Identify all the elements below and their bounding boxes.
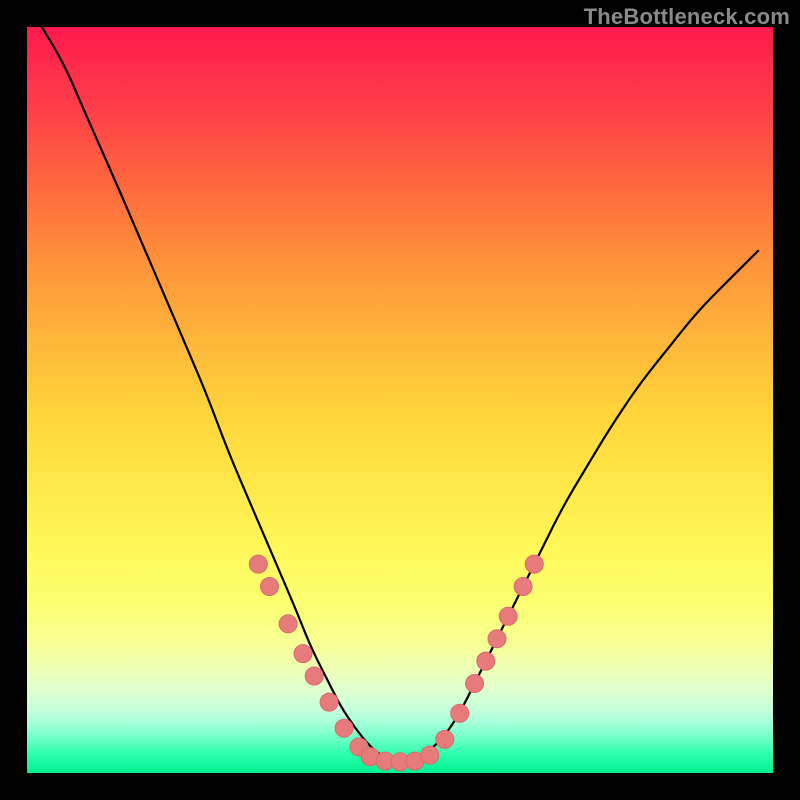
chart-container: TheBottleneck.com [0, 0, 800, 800]
curve-marker [488, 630, 506, 648]
curve-marker [320, 693, 338, 711]
curve-marker [477, 652, 495, 670]
bottleneck-curve [42, 27, 758, 761]
curve-markers [249, 555, 543, 771]
curve-marker [421, 746, 439, 764]
plot-area [27, 27, 773, 773]
curve-marker [279, 615, 297, 633]
curve-marker [499, 607, 517, 625]
curve-marker [335, 719, 353, 737]
curve-marker [305, 667, 323, 685]
curve-marker [249, 555, 267, 573]
curve-marker [514, 578, 532, 596]
chart-overlay [27, 27, 773, 773]
curve-marker [525, 555, 543, 573]
watermark-text: TheBottleneck.com [584, 4, 790, 30]
curve-marker [261, 578, 279, 596]
curve-marker [294, 645, 312, 663]
curve-marker [451, 704, 469, 722]
curve-marker [466, 675, 484, 693]
curve-marker [436, 730, 454, 748]
